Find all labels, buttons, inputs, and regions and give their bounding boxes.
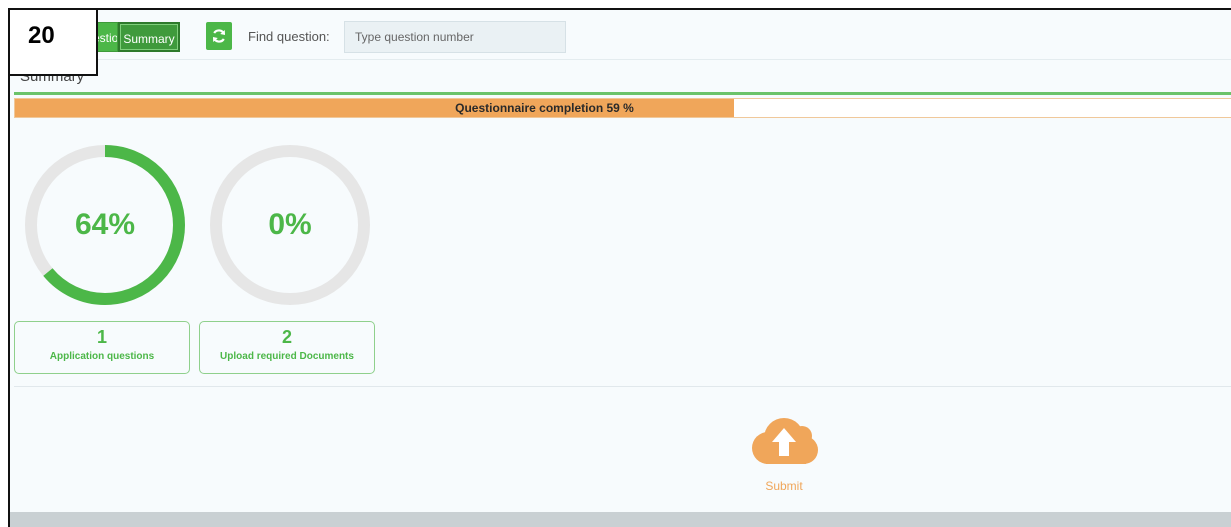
upload-documents-card[interactable]: 2 Upload required Documents: [199, 321, 375, 374]
app-frame: Questionnaire Summary Find question: Sum…: [8, 8, 1231, 527]
upload-documents-gauge: 0%: [207, 142, 373, 308]
gauge-value: 64%: [74, 208, 136, 241]
submit-label: Submit: [765, 479, 803, 493]
gauge-value: 0%: [268, 208, 312, 241]
step-number-badge: 20: [8, 8, 98, 76]
toolbar: Questionnaire Summary Find question:: [10, 10, 1231, 60]
application-questions-gauge: 64%: [22, 142, 188, 308]
summary-button-label: Summary: [123, 32, 175, 46]
progress-label: Questionnaire completion 59 %: [455, 101, 634, 115]
card-number: 1: [96, 327, 107, 347]
card-number: 2: [281, 327, 292, 347]
cloud-upload-icon: [752, 418, 818, 464]
refresh-icon: [212, 29, 226, 43]
section-divider: [14, 92, 1231, 95]
summary-button[interactable]: Summary: [118, 22, 180, 52]
card-label: Upload required Documents: [220, 351, 354, 362]
card-label: Application questions: [49, 351, 155, 362]
footer-bar: [10, 512, 1231, 527]
application-questions-card[interactable]: 1 Application questions: [14, 321, 190, 374]
content-divider: [14, 386, 1231, 387]
find-question-label: Find question:: [248, 29, 330, 44]
find-question-input[interactable]: [344, 21, 566, 53]
submit-button[interactable]: Submit: [744, 414, 824, 504]
refresh-button[interactable]: [206, 22, 232, 50]
questionnaire-progress-bar: Questionnaire completion 59 %: [14, 98, 1231, 118]
